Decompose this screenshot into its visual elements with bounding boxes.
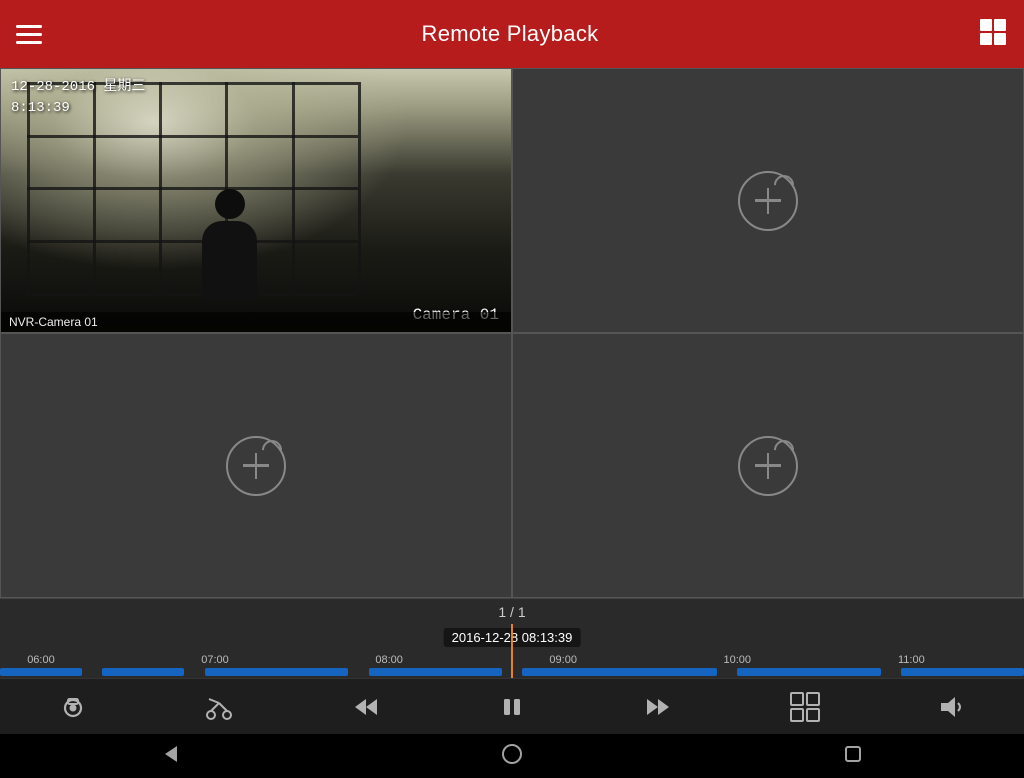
cam1-label-bar: NVR-Camera 01 bbox=[1, 312, 511, 332]
time-mark-0: 06:00 bbox=[27, 654, 55, 666]
camera-1-cell[interactable]: 12-28-2016 星期三 8:13:39 Camera 01 NVR-Cam… bbox=[0, 68, 512, 333]
add-camera-4-icon[interactable] bbox=[738, 436, 798, 496]
clip-button[interactable] bbox=[201, 689, 237, 725]
timeline-area[interactable]: 2016-12-28 08:13:39 06:00 07:00 08:00 09… bbox=[0, 624, 1024, 678]
cam1-timestamp: 12-28-2016 星期三 8:13:39 bbox=[11, 77, 145, 119]
time-mark-3: 09:00 bbox=[549, 654, 577, 666]
time-mark-2: 08:00 bbox=[375, 654, 403, 666]
video-grid: 12-28-2016 星期三 8:13:39 Camera 01 NVR-Cam… bbox=[0, 68, 1024, 598]
rewind-button[interactable] bbox=[348, 689, 384, 725]
multiscreen-button[interactable] bbox=[787, 689, 823, 725]
camera-3-cell[interactable] bbox=[0, 333, 512, 598]
page-indicator: 1 / 1 bbox=[0, 598, 1024, 624]
snapshot-button[interactable] bbox=[55, 689, 91, 725]
fast-forward-button[interactable] bbox=[640, 689, 676, 725]
add-camera-2-icon[interactable] bbox=[738, 171, 798, 231]
time-mark-5: 11:00 bbox=[898, 654, 925, 666]
recording-bars bbox=[0, 668, 1024, 678]
volume-button[interactable] bbox=[933, 689, 969, 725]
control-bar bbox=[0, 678, 1024, 734]
layout-toggle-icon[interactable] bbox=[978, 17, 1008, 52]
top-bar: Remote Playback bbox=[0, 0, 1024, 68]
camera-2-cell[interactable] bbox=[512, 68, 1024, 333]
time-mark-1: 07:00 bbox=[201, 654, 229, 666]
android-nav-bar bbox=[0, 734, 1024, 778]
timeline-ruler: 06:00 07:00 08:00 09:00 10:00 11:00 bbox=[0, 646, 1024, 666]
time-mark-4: 10:00 bbox=[724, 654, 752, 666]
add-camera-3-icon[interactable] bbox=[226, 436, 286, 496]
camera-4-cell[interactable] bbox=[512, 333, 1024, 598]
menu-icon[interactable] bbox=[16, 25, 42, 44]
app-title: Remote Playback bbox=[422, 21, 599, 47]
pause-button[interactable] bbox=[494, 689, 530, 725]
